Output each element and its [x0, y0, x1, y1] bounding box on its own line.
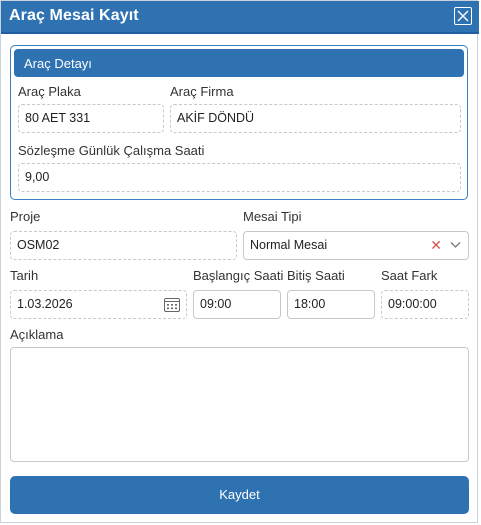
start-time-field[interactable]: 09:00: [193, 290, 281, 319]
save-button[interactable]: Kaydet: [10, 476, 469, 514]
contract-hours-field[interactable]: 9,00: [18, 163, 461, 192]
date-label: Tarih: [10, 268, 39, 283]
vehicle-details-header: Araç Detayı: [14, 49, 464, 77]
plate-field[interactable]: 80 AET 331: [18, 104, 164, 133]
project-label: Proje: [10, 209, 41, 224]
start-time-label: Başlangıç Saati: [193, 268, 284, 283]
close-button[interactable]: [454, 7, 472, 25]
company-label: Araç Firma: [170, 84, 234, 99]
description-textarea[interactable]: [10, 347, 469, 462]
shift-type-select[interactable]: Normal Mesai ✕: [243, 231, 469, 260]
project-field[interactable]: OSM02: [10, 231, 237, 260]
company-field[interactable]: AKİF DÖNDÜ: [170, 104, 461, 133]
shift-type-value: Normal Mesai: [250, 238, 328, 252]
end-time-label: Bitiş Saati: [287, 268, 345, 283]
end-time-field[interactable]: 18:00: [287, 290, 375, 319]
time-diff-field[interactable]: 09:00:00: [381, 290, 469, 319]
time-diff-label: Saat Fark: [381, 268, 438, 283]
dialog-titlebar: Araç Mesai Kayıt: [1, 1, 479, 34]
date-field[interactable]: 1.03.2026: [10, 290, 187, 319]
vehicle-details-title: Araç Detayı: [24, 56, 92, 71]
description-label: Açıklama: [10, 327, 64, 342]
clear-icon[interactable]: ✕: [430, 232, 442, 259]
calendar-icon[interactable]: [164, 297, 180, 312]
chevron-down-icon[interactable]: [450, 241, 461, 249]
vehicle-shift-dialog: Araç Mesai Kayıt Araç Detayı Araç Plaka …: [0, 0, 479, 523]
contract-hours-label: Sözleşme Günlük Çalışma Saati: [18, 143, 205, 158]
vehicle-details-group: Araç Detayı Araç Plaka 80 AET 331 Araç F…: [10, 45, 468, 200]
plate-label: Araç Plaka: [18, 84, 81, 99]
shift-type-label: Mesai Tipi: [243, 209, 302, 224]
date-value: 1.03.2026: [17, 297, 73, 311]
close-icon: [457, 10, 469, 22]
dialog-title: Araç Mesai Kayıt: [9, 7, 139, 24]
